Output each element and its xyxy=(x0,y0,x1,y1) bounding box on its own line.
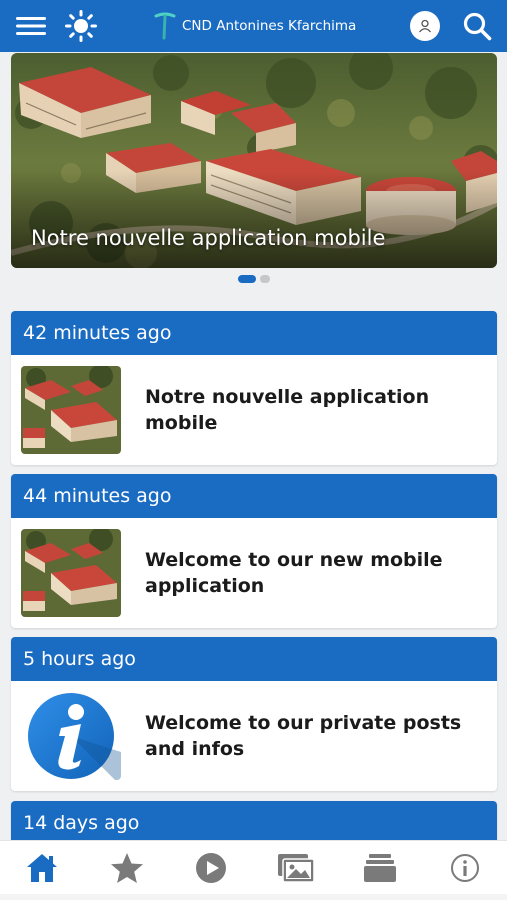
system-gesture-bar xyxy=(0,894,507,900)
post-title: Welcome to our new mobile application xyxy=(145,549,443,597)
star-icon xyxy=(110,852,143,883)
post-time: 5 hours ago xyxy=(11,637,497,681)
avatar xyxy=(410,11,440,41)
hamburger-menu-icon xyxy=(16,17,46,35)
slider-dot-active[interactable] xyxy=(237,275,256,283)
account-button[interactable] xyxy=(408,0,442,52)
logo-icon xyxy=(154,12,176,40)
post-thumbnail xyxy=(21,692,121,780)
app-title: CND Antonines Kfarchima xyxy=(182,18,357,34)
info-icon xyxy=(450,853,479,882)
post-title: Notre nouvelle application mobile xyxy=(145,386,430,434)
user-icon xyxy=(419,19,431,33)
campus-thumbnail-image xyxy=(21,529,121,617)
slide-caption: Notre nouvelle application mobile xyxy=(31,226,386,250)
post-body: Welcome to our private posts and infos xyxy=(11,681,497,791)
nav-categories[interactable] xyxy=(350,841,410,895)
post-card[interactable]: 5 hours ago Welcome to our private posts… xyxy=(11,637,497,791)
nav-about[interactable] xyxy=(435,841,495,895)
stack-icon xyxy=(364,853,397,882)
home-icon xyxy=(27,853,58,882)
image-slider[interactable]: Notre nouvelle application mobile xyxy=(11,53,497,268)
sun-icon xyxy=(65,10,97,42)
post-time: 44 minutes ago xyxy=(11,474,497,518)
search-icon xyxy=(463,12,492,41)
post-time: 14 days ago xyxy=(11,801,497,845)
search-button[interactable] xyxy=(456,0,498,52)
slider-dot[interactable] xyxy=(259,275,270,283)
nav-home[interactable] xyxy=(12,841,72,895)
post-thumbnail xyxy=(21,366,121,454)
nav-videos[interactable] xyxy=(181,841,241,895)
post-body: Notre nouvelle application mobile xyxy=(11,355,497,465)
nav-gallery[interactable] xyxy=(266,841,326,895)
post-card[interactable]: 42 minutes ago Notre nouvelle applicatio… xyxy=(11,311,497,465)
post-card[interactable]: 44 minutes ago Welcome to our new mobile… xyxy=(11,474,497,628)
top-app-bar: CND Antonines Kfarchima xyxy=(0,0,507,52)
play-icon xyxy=(196,852,227,883)
post-thumbnail xyxy=(21,529,121,617)
post-body: Welcome to our new mobile application xyxy=(11,518,497,628)
post-title: Welcome to our private posts and infos xyxy=(145,712,462,760)
nav-favorites[interactable] xyxy=(97,841,157,895)
bottom-navigation xyxy=(0,840,507,894)
theme-toggle-button[interactable] xyxy=(60,0,102,52)
app-brand: CND Antonines Kfarchima xyxy=(154,0,356,52)
campus-thumbnail-image xyxy=(21,366,121,454)
info-icon xyxy=(28,693,121,780)
post-time: 42 minutes ago xyxy=(11,311,497,355)
slider-pagination xyxy=(0,275,507,283)
menu-button[interactable] xyxy=(10,0,52,52)
gallery-icon xyxy=(277,853,315,883)
